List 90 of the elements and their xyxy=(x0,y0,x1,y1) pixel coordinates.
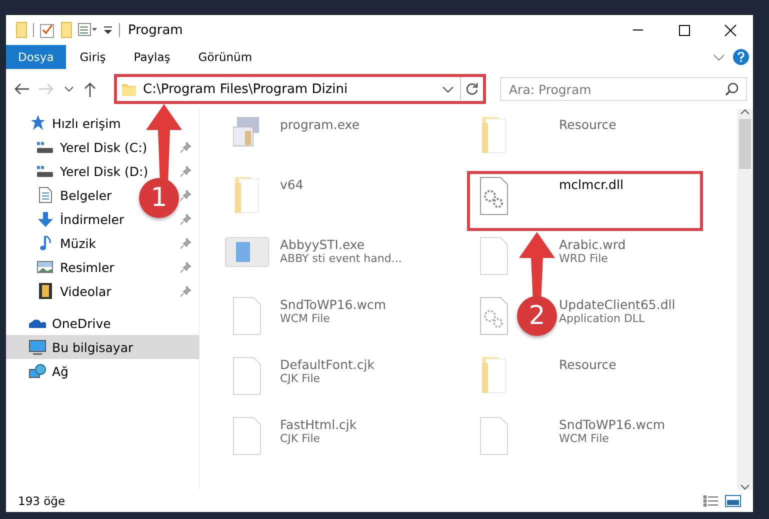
file-name[interactable]: mclmcr.dll xyxy=(559,177,624,192)
sidebar-item[interactable]: Videolar xyxy=(60,284,112,298)
view-menu-icon[interactable] xyxy=(78,23,98,37)
new-folder-icon[interactable] xyxy=(61,22,72,38)
file-type: Application DLL xyxy=(559,312,646,325)
properties-icon[interactable] xyxy=(40,22,55,38)
drive-icon xyxy=(37,142,53,152)
ribbon-tab[interactable]: Paylaş xyxy=(120,45,184,69)
file-type: WRD File xyxy=(559,252,609,265)
file-name[interactable]: DefaultFont.cjk xyxy=(280,357,374,372)
address-bar[interactable]: C:\Program Files\Program Dizini xyxy=(116,76,484,102)
scroll-thumb[interactable] xyxy=(739,119,751,169)
document-icon xyxy=(38,187,52,203)
window-title: Program xyxy=(128,22,184,38)
network-icon xyxy=(28,364,46,378)
ribbon-tab[interactable]: Dosya xyxy=(6,45,66,69)
details-view-icon[interactable] xyxy=(703,495,719,507)
file-icon[interactable] xyxy=(233,417,261,455)
sidebar-item[interactable]: İndirmeler xyxy=(60,212,124,226)
back-arrow-icon[interactable] xyxy=(14,83,29,95)
file-name[interactable]: UpdateClient65.dll xyxy=(559,297,676,312)
sidebar-item[interactable]: OneDrive xyxy=(52,316,111,330)
file-name[interactable]: v64 xyxy=(280,177,304,192)
help-icon[interactable] xyxy=(733,49,749,65)
file-name[interactable]: program.exe xyxy=(280,117,360,132)
cloud-icon xyxy=(28,318,46,328)
program-icon[interactable] xyxy=(233,117,261,147)
star-icon xyxy=(28,115,46,131)
file-type: ABBY sti event hand... xyxy=(280,252,402,265)
file-type: WCM File xyxy=(280,312,331,325)
file-name[interactable]: Resource xyxy=(559,117,616,132)
folder-icon[interactable] xyxy=(16,22,27,38)
gears-file-icon[interactable] xyxy=(480,177,508,215)
file-name[interactable]: SndToWP16.wcm xyxy=(559,417,665,432)
search-field[interactable]: Ara: Program xyxy=(500,77,747,101)
refresh-icon[interactable] xyxy=(465,82,479,96)
scrollbar[interactable] xyxy=(737,109,753,490)
search-icon xyxy=(725,82,739,96)
file-icon[interactable] xyxy=(480,237,508,275)
sidebar-item[interactable]: Bu bilgisayar xyxy=(52,340,134,354)
pin-icon[interactable] xyxy=(180,190,191,200)
pin-icon[interactable] xyxy=(180,214,191,224)
scroll-down-icon[interactable] xyxy=(740,484,750,490)
film-icon xyxy=(38,283,52,299)
file-type: CJK File xyxy=(280,432,322,445)
file-name[interactable]: FastHtml.cjk xyxy=(280,417,357,432)
scroll-up-icon[interactable] xyxy=(740,109,750,115)
music-note-icon xyxy=(40,235,50,251)
sidebar-item[interactable]: Ağ xyxy=(52,364,68,378)
dropdown-icon[interactable] xyxy=(442,86,454,92)
file-icon[interactable] xyxy=(480,417,508,455)
ribbon-tab[interactable]: Görünüm xyxy=(184,45,266,69)
item-count: 193 öğe xyxy=(18,494,66,508)
sidebar-item[interactable]: Yerel Disk (D:) xyxy=(60,164,148,178)
close-icon xyxy=(724,24,736,36)
gears-file-icon[interactable] xyxy=(480,297,508,335)
sidebar-item[interactable]: Müzik xyxy=(60,236,96,250)
question-mark-icon xyxy=(737,52,745,62)
download-icon xyxy=(38,212,52,226)
ribbon-tab[interactable]: Giriş xyxy=(66,45,120,69)
file-name[interactable]: AbbyySTI.exe xyxy=(280,237,402,252)
large-icons-view-icon[interactable] xyxy=(725,495,741,507)
forward-arrow-icon[interactable] xyxy=(39,83,54,95)
file-name[interactable]: Resource xyxy=(559,357,616,372)
pin-icon[interactable] xyxy=(180,166,191,176)
maximize-icon xyxy=(678,24,690,36)
file-type: WCM File xyxy=(559,432,610,445)
application-window-icon[interactable] xyxy=(225,237,269,267)
pin-icon[interactable] xyxy=(180,262,191,272)
pin-icon[interactable] xyxy=(180,238,191,248)
file-icon[interactable] xyxy=(233,297,261,335)
sidebar-item[interactable]: Resimler xyxy=(60,260,114,274)
picture-icon xyxy=(37,261,53,273)
up-arrow-icon[interactable] xyxy=(84,82,96,96)
monitor-icon xyxy=(28,340,46,354)
pin-icon[interactable] xyxy=(180,142,191,152)
customize-dropdown-icon[interactable] xyxy=(104,26,113,34)
file-icon[interactable] xyxy=(233,357,261,395)
pin-icon[interactable] xyxy=(180,286,191,296)
sidebar-item[interactable]: Yerel Disk (C:) xyxy=(60,140,148,154)
sidebar-item[interactable]: Hızlı erişim xyxy=(52,116,121,130)
sidebar-item[interactable]: Belgeler xyxy=(60,188,112,202)
file-name[interactable]: Arabic.wrd xyxy=(559,237,626,252)
folder-icon xyxy=(121,82,137,96)
recent-dropdown-icon[interactable] xyxy=(64,86,74,92)
file-name[interactable]: SndToWP16.wcm xyxy=(280,297,386,312)
file-type: CJK File xyxy=(280,372,322,385)
drive-icon xyxy=(37,166,53,176)
address-path: C:\Program Files\Program Dizini xyxy=(143,82,349,96)
expand-ribbon-icon[interactable] xyxy=(713,54,725,60)
